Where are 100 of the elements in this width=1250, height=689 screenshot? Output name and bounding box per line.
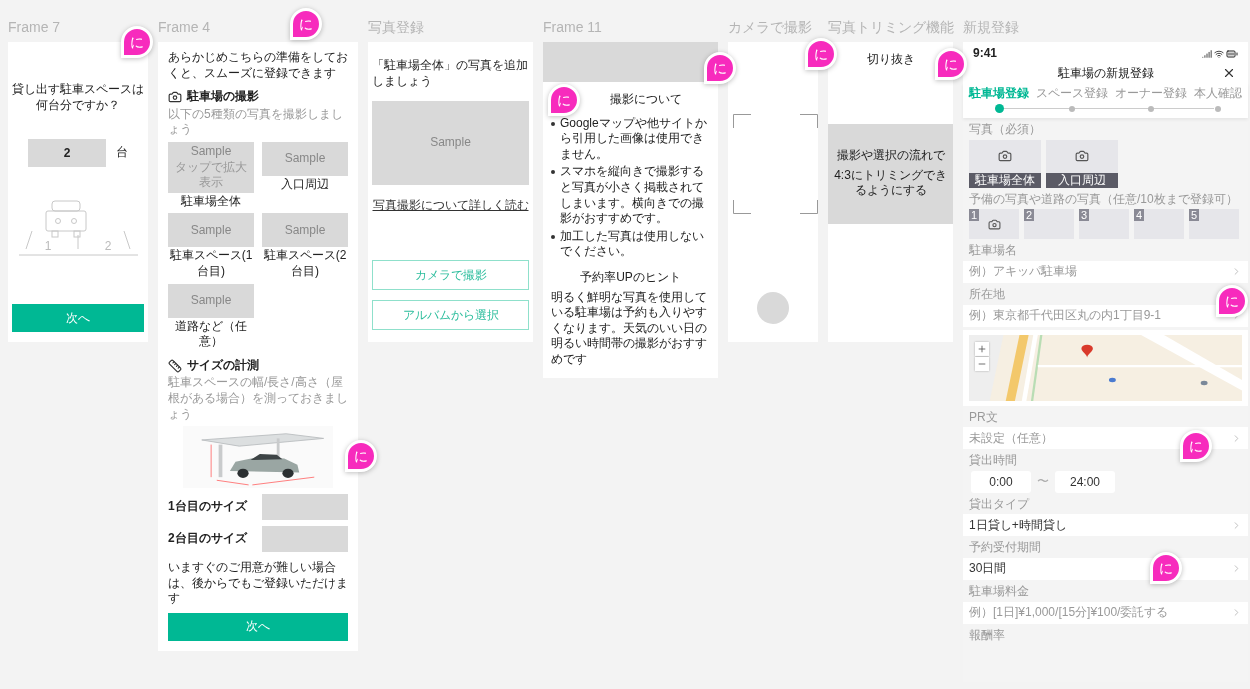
battery-icon bbox=[1226, 47, 1238, 60]
sample-label: Sample bbox=[190, 222, 232, 239]
sample-caption: 駐車スペース(2台目) bbox=[262, 248, 348, 280]
frame-title: カメラで撮影 bbox=[728, 18, 812, 36]
photo-upload-tile[interactable]: 3 bbox=[1079, 209, 1129, 240]
bullet-icon bbox=[551, 170, 555, 175]
section-label: 貸出時間 bbox=[969, 453, 1017, 469]
plus-icon bbox=[977, 343, 987, 354]
frame-title: 写真登録 bbox=[368, 18, 424, 36]
section-label: 駐車場名 bbox=[969, 243, 1017, 259]
slot-number: 1 bbox=[44, 239, 51, 254]
sample-label: Sample bbox=[430, 135, 471, 151]
next-button[interactable]: 次へ bbox=[168, 612, 348, 641]
sample-label: Sample bbox=[190, 292, 232, 309]
step-tab[interactable]: 本人確認 bbox=[1194, 85, 1242, 114]
select-field[interactable]: 1日貸し+時間貸し bbox=[963, 514, 1248, 537]
signal-icon bbox=[1202, 48, 1212, 59]
note-text: 4:3にトリミングできるようにする bbox=[833, 167, 948, 199]
photo-upload-tile[interactable]: 5 bbox=[1189, 209, 1239, 240]
frame-title: 写真トリミング機能 bbox=[828, 18, 954, 36]
select-field[interactable]: 例）[1日]¥1,000/[15分]¥100/委託する bbox=[963, 601, 1248, 624]
camera-icon bbox=[1075, 149, 1089, 164]
bullet-text: スマホを縦向きで撮影すると写真が小さく掲載されてしまいます。横向きでの撮影がおすすめです。 bbox=[560, 164, 705, 227]
section-label: 写真（必須） bbox=[969, 122, 1041, 138]
section-label: 所在地 bbox=[969, 286, 1005, 303]
sample-image-placeholder[interactable]: Sample bbox=[262, 141, 348, 176]
heading-text: 切り抜き bbox=[866, 52, 915, 68]
range-separator: 〜 bbox=[1037, 473, 1049, 490]
car-drawing bbox=[45, 200, 86, 238]
action-button[interactable]: カメラで撮影 bbox=[372, 260, 529, 290]
comment-pin[interactable]: に bbox=[805, 38, 837, 70]
section-heading: サイズの計測 bbox=[187, 357, 259, 374]
section-label: PR文 bbox=[969, 409, 998, 426]
screen-title: 駐車場の新規登録 bbox=[1056, 65, 1155, 82]
bullet-text: Googleマップや他サイトから引用した画像は使用できません。 bbox=[560, 115, 708, 163]
unit-label: 台 bbox=[116, 145, 128, 161]
count-field[interactable]: 2 bbox=[28, 139, 106, 168]
time-field[interactable]: 0:00 bbox=[971, 470, 1031, 493]
camera-icon bbox=[987, 217, 1001, 231]
status-time: 9:41 bbox=[973, 46, 998, 62]
heading-text: 「駐車場全体」の写真を追加しましょう bbox=[372, 58, 529, 90]
frame-title: 新規登録 bbox=[963, 18, 1019, 36]
hint-text: 明るく鮮明な写真を使用している駐車場は予約も入りやすくなります。天気のいい日の明るい時間帯の撮影がおすすめです bbox=[551, 289, 708, 368]
action-button[interactable]: アルバムから選択 bbox=[372, 300, 529, 330]
sample-label: Sample bbox=[284, 151, 326, 167]
step-tab[interactable]: スペース登録 bbox=[1036, 85, 1108, 114]
step-tab[interactable]: 駐車場登録 bbox=[969, 85, 1029, 114]
sample-caption: 駐車スペース(1台目) bbox=[168, 248, 254, 280]
comment-pin[interactable]: に bbox=[935, 48, 967, 80]
question-text: 何台分ですか？ bbox=[36, 97, 120, 114]
step-tab[interactable]: オーナー登録 bbox=[1115, 85, 1187, 114]
shutter-button[interactable] bbox=[757, 292, 789, 324]
sample-image-placeholder[interactable]: Sample bbox=[168, 213, 254, 248]
sample-label: Sample bbox=[284, 222, 326, 239]
section-label: 予備の写真や道路の写真（任意/10枚まで登録可） bbox=[969, 191, 1238, 208]
hint-text: 以下の5種類の写真を撮影しましょう bbox=[168, 106, 344, 138]
bullet-icon bbox=[551, 121, 555, 126]
photo-upload-tile[interactable]: 入口周辺 bbox=[1046, 139, 1118, 188]
sample-label: Sample bbox=[190, 143, 232, 160]
bullet-icon bbox=[551, 234, 555, 239]
heading-text: 撮影について bbox=[609, 92, 682, 108]
slot-number: 2 bbox=[104, 239, 111, 254]
photo-upload-tile[interactable]: 1 bbox=[969, 209, 1019, 240]
size-field[interactable] bbox=[262, 494, 348, 521]
sample-image-placeholder[interactable]: Sample bbox=[262, 213, 348, 248]
read-more-link[interactable]: 写真撮影について詳しく読む bbox=[372, 197, 529, 215]
time-field[interactable]: 24:00 bbox=[1055, 470, 1115, 493]
next-button[interactable]: 次へ bbox=[12, 304, 144, 332]
heading-text: 予約率UPのヒント bbox=[580, 269, 681, 286]
hint-text: 駐車スペースの幅/長さ/高さ（屋根がある場合）を測っておきましょう bbox=[168, 375, 348, 423]
ruler-icon bbox=[168, 358, 182, 373]
photo-upload-tile[interactable]: 2 bbox=[1024, 209, 1074, 240]
size-label: 2台目のサイズ bbox=[168, 531, 247, 547]
sample-caption: 道路など（任意） bbox=[174, 318, 248, 350]
section-label: 貸出タイプ bbox=[969, 496, 1029, 513]
photo-upload-tile[interactable]: 駐車場全体 bbox=[969, 139, 1041, 188]
comment-pin[interactable]: に bbox=[121, 26, 153, 58]
frame-title: Frame 7 bbox=[8, 18, 61, 36]
section-label: 予約受付期間 bbox=[969, 540, 1041, 556]
comment-pin[interactable]: に bbox=[345, 440, 377, 472]
select-field[interactable]: 例）アキッパ駐車場 bbox=[963, 260, 1248, 283]
section-label: 駐車場料金 bbox=[969, 583, 1029, 600]
wifi-icon bbox=[1214, 48, 1224, 59]
comment-pin[interactable]: に bbox=[290, 8, 322, 40]
sample-caption: 駐車場全体 bbox=[181, 193, 241, 210]
sample-caption: 入口周辺 bbox=[281, 176, 329, 193]
note-text: 撮影や選択の流れで bbox=[836, 148, 945, 164]
section-label: 報酬率 bbox=[969, 627, 1005, 644]
size-label: 1台目のサイズ bbox=[168, 499, 247, 515]
photo-upload-tile[interactable]: 4 bbox=[1134, 209, 1184, 240]
question-text: 貸し出す駐車スペースは bbox=[12, 82, 144, 98]
bullet-text: 加工した写真は使用しないでください。 bbox=[560, 228, 705, 260]
camera-icon bbox=[168, 90, 182, 104]
section-heading: 駐車場の撮影 bbox=[187, 89, 259, 105]
sample-image-placeholder[interactable]: Sample bbox=[168, 283, 254, 318]
frame-title: Frame 11 bbox=[543, 18, 602, 36]
size-field[interactable] bbox=[262, 526, 348, 553]
camera-icon bbox=[998, 149, 1012, 164]
note-text: いますぐのご用意が難しい場合は、後からでもご登録いただけます bbox=[168, 560, 348, 607]
intro-text: あらかじめこちらの準備をしておくと、スムーズに登録できます bbox=[168, 50, 348, 82]
